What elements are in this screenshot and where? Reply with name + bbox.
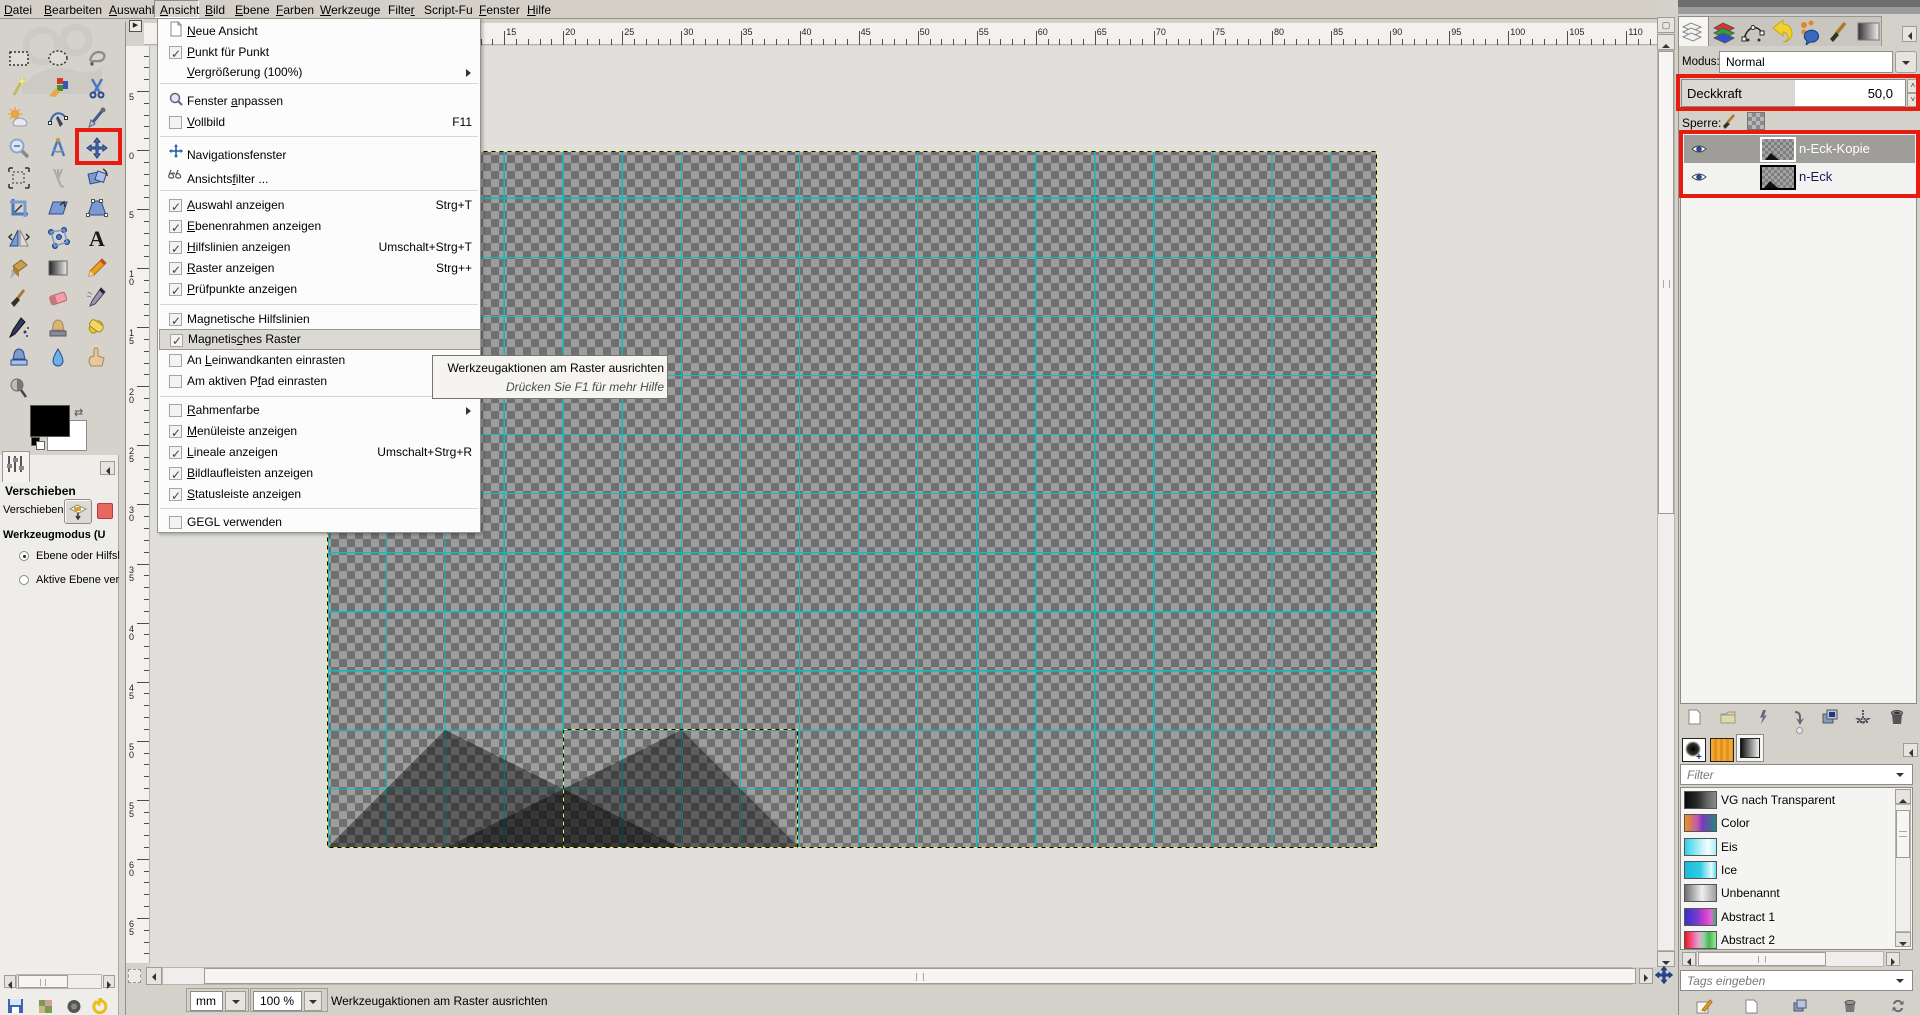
svg-text:+: + (1696, 752, 1702, 761)
svg-text:A: A (89, 226, 105, 250)
